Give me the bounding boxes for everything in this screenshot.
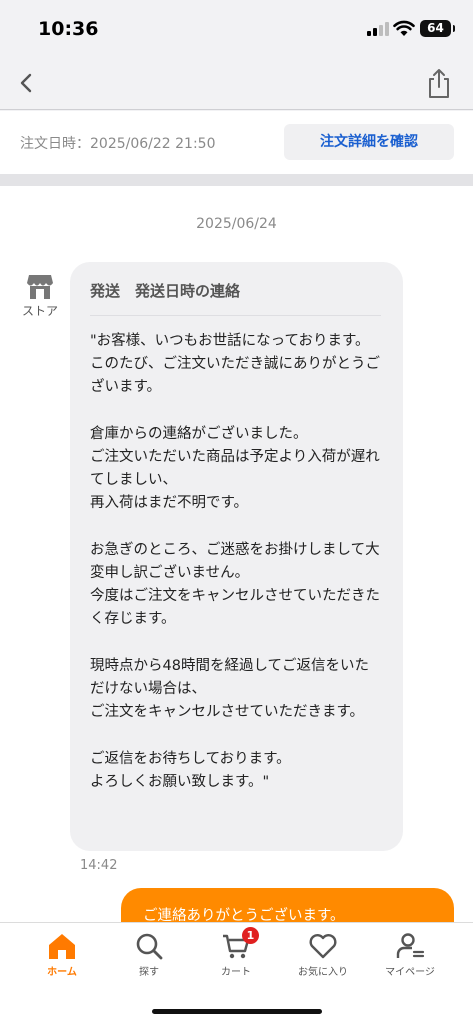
- store-avatar: ストア: [18, 274, 62, 322]
- wifi-icon: [393, 20, 415, 36]
- tab-search[interactable]: 探す: [105, 931, 193, 978]
- message-body: "お客様、いつもお世話になっております。 このたび、ご注文いただき誠にありがとう…: [90, 333, 380, 790]
- message-thread[interactable]: 2025/06/24 ストア 発送 発送日時の連絡 "お客様、いつもお世話になっ…: [0, 186, 473, 922]
- tab-label: ホーム: [47, 967, 77, 978]
- store-message-bubble: 発送 発送日時の連絡 "お客様、いつもお世話になっております。 このたび、ご注文…: [70, 262, 403, 851]
- store-label: ストア: [21, 304, 58, 318]
- tab-label: 探す: [139, 967, 159, 978]
- message-time: 14:42: [80, 858, 118, 873]
- share-icon: [429, 69, 449, 98]
- order-info-bar: 注文日時：2025/06/22 21:50 注文詳細を確認: [0, 111, 473, 174]
- tab-label: マイページ: [385, 967, 435, 978]
- back-button[interactable]: [12, 68, 42, 98]
- status-bar: 10:36 64: [0, 0, 473, 56]
- user-reply-bubble: ご連絡ありがとうございます。: [121, 888, 454, 922]
- tab-mypage[interactable]: マイページ: [366, 931, 454, 978]
- status-time: 10:36: [38, 18, 99, 40]
- tab-cart[interactable]: 1 カート: [192, 927, 280, 978]
- tab-label: お気に入り: [298, 967, 348, 978]
- tab-home[interactable]: ホーム: [18, 931, 106, 978]
- order-date: 注文日時：2025/06/22 21:50: [20, 136, 216, 152]
- user-icon: [396, 933, 425, 958]
- order-detail-button[interactable]: 注文詳細を確認: [284, 124, 454, 160]
- share-button[interactable]: [424, 66, 454, 100]
- search-icon: [136, 933, 163, 960]
- tab-favorites[interactable]: お気に入り: [279, 931, 367, 978]
- chevron-left-icon: [20, 73, 32, 93]
- store-icon: [27, 275, 53, 299]
- heart-icon: [309, 934, 337, 959]
- home-icon: [49, 934, 75, 959]
- home-indicator: [152, 1009, 322, 1014]
- reply-text: ご連絡ありがとうございます。: [143, 908, 345, 922]
- tab-label: カート: [221, 967, 251, 978]
- battery-icon: 64: [420, 20, 455, 37]
- cellular-signal-icon: [367, 22, 389, 36]
- navigation-bar: [0, 56, 473, 110]
- section-divider: [0, 174, 473, 186]
- date-separator: 2025/06/24: [196, 216, 277, 232]
- message-subject: 発送 発送日時の連絡: [90, 276, 381, 316]
- cart-badge: 1: [242, 927, 259, 944]
